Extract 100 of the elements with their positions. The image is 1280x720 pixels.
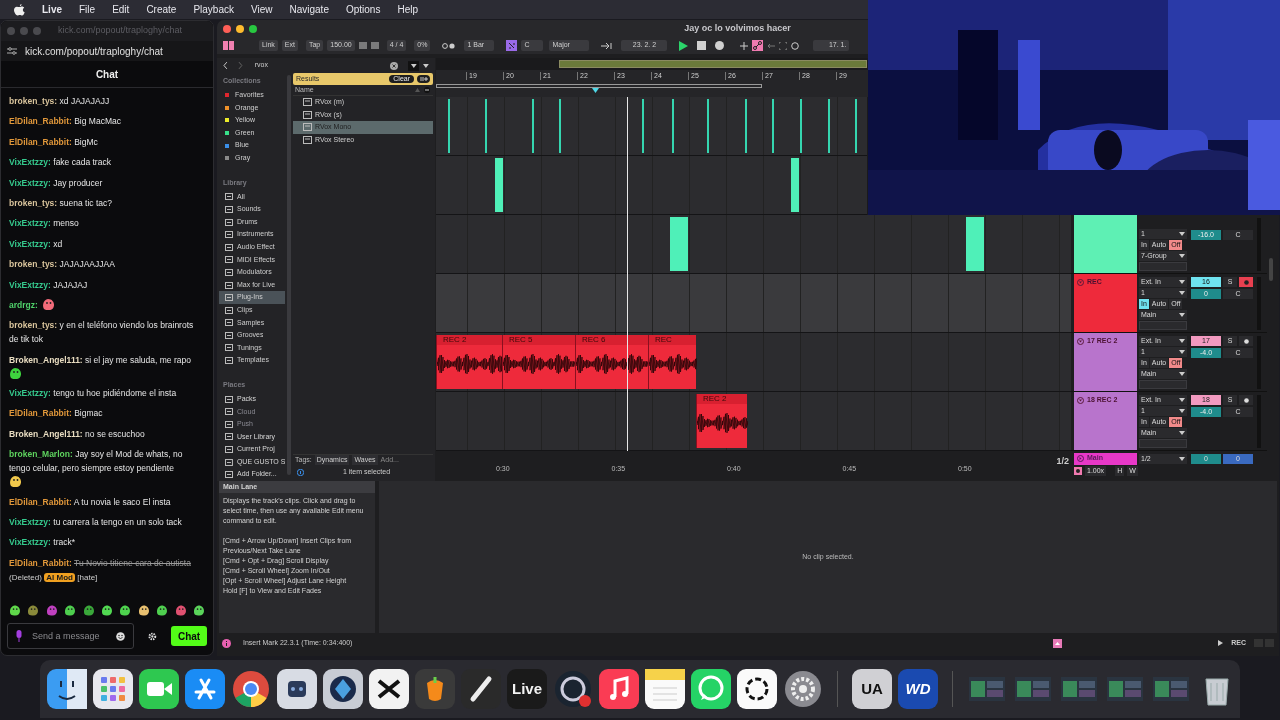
scrollbar[interactable] — [1269, 258, 1273, 281]
folder-icon — [225, 420, 233, 428]
track-lane[interactable] — [436, 215, 1071, 274]
library-item-icon — [225, 294, 233, 302]
menu-item[interactable]: File — [79, 2, 96, 17]
library-item-icon — [225, 205, 233, 213]
back-icon[interactable] — [223, 62, 228, 69]
menu-item[interactable]: View — [250, 2, 273, 17]
play-icon[interactable] — [1218, 640, 1224, 646]
back-arrow-icon[interactable] — [767, 42, 776, 49]
menu-item[interactable]: Playback — [193, 2, 234, 17]
menu-item[interactable]: Live — [42, 2, 62, 17]
loop-brace[interactable] — [436, 84, 762, 88]
settings-icon[interactable] — [148, 631, 158, 641]
emote-icon — [82, 603, 95, 617]
site-settings-icon[interactable] — [7, 47, 17, 55]
fold-icon[interactable] — [1077, 396, 1084, 404]
record-icon[interactable] — [715, 41, 725, 50]
insert-marker-icon[interactable] — [592, 88, 599, 93]
arm-button[interactable] — [1239, 336, 1253, 346]
menu-item[interactable]: Create — [146, 2, 177, 17]
layout-icon[interactable] — [223, 41, 235, 50]
scissors-icon[interactable] — [369, 669, 409, 709]
folder-icon — [225, 395, 233, 403]
library-item-icon — [225, 306, 233, 314]
play-icon[interactable] — [679, 40, 689, 51]
chat-message: VixExtzzy: tu carrera la tengo en un solo tack — [9, 516, 182, 530]
library-item-icon — [225, 231, 233, 239]
sort-icon[interactable] — [415, 87, 431, 93]
robot-icon[interactable] — [277, 669, 317, 709]
caret-icon — [1179, 350, 1185, 354]
menu-item[interactable]: Help — [397, 2, 418, 17]
plugin-icon — [303, 98, 312, 107]
chat-message: ElDilan_Rabbit: Tu Novio titiene cara de autista (Deleted) AI Mod [hate] — [9, 556, 192, 584]
video-camera-icon[interactable] — [139, 669, 179, 709]
plus-icon[interactable] — [740, 41, 749, 50]
info-icon[interactable] — [297, 468, 304, 476]
library-item-icon — [225, 319, 233, 327]
chat-bubble-icon[interactable] — [691, 669, 731, 709]
menu-item[interactable]: Options — [345, 2, 381, 17]
expand-icon[interactable] — [779, 41, 788, 50]
smiley-icon[interactable] — [116, 631, 126, 641]
music-note-icon[interactable] — [599, 669, 639, 709]
arm-button[interactable] — [1239, 395, 1253, 405]
stop-icon[interactable] — [697, 41, 707, 50]
message-field[interactable]: Send a message — [7, 623, 135, 649]
add-icon[interactable] — [417, 75, 430, 83]
caret-icon — [1179, 313, 1185, 317]
emote-icon — [9, 603, 21, 617]
midi-clip[interactable] — [966, 217, 984, 271]
pen-icon[interactable] — [461, 669, 501, 709]
loop-icon[interactable] — [791, 41, 800, 50]
app-icon[interactable]: WD — [898, 669, 938, 709]
mixer-toggle-icon[interactable] — [1074, 467, 1082, 475]
chat-message: ElDilan_Rabbit: A tu novia le saco El insta — [9, 495, 171, 509]
chat-message: ardrgz: — [9, 298, 38, 312]
library-item-icon — [225, 268, 233, 276]
microphone-icon[interactable] — [16, 630, 22, 642]
track-lane[interactable] — [436, 274, 1071, 333]
filter-icon[interactable] — [407, 60, 420, 71]
track-lane[interactable] — [436, 156, 867, 215]
globe-icon[interactable] — [231, 669, 271, 709]
chat-message: VixExtzzy: menso — [9, 217, 79, 231]
info-icon[interactable] — [222, 638, 231, 648]
fold-icon[interactable] — [1077, 337, 1084, 345]
menu-item[interactable]: Navigate — [289, 2, 329, 17]
fruit-icon[interactable] — [415, 669, 455, 709]
chat-button[interactable]: Chat — [171, 626, 207, 646]
track-lane[interactable] — [436, 97, 867, 156]
chat-message: ElDilan_Rabbit: Bigmac — [9, 407, 103, 421]
apple-icon[interactable] — [14, 3, 25, 16]
app-icon[interactable]: Live — [507, 669, 547, 709]
library-item-icon — [225, 331, 233, 339]
caret-icon[interactable] — [423, 63, 429, 68]
grid-icon[interactable] — [93, 669, 133, 709]
track-header[interactable] — [1074, 215, 1137, 273]
clear-search-icon[interactable] — [389, 61, 398, 70]
folder-icon — [225, 433, 233, 441]
app-tile-icon[interactable] — [185, 669, 225, 709]
face-tile-icon[interactable] — [47, 669, 87, 709]
caret-icon — [1179, 456, 1185, 461]
midi-clip[interactable] — [495, 158, 503, 212]
notepad-icon[interactable] — [645, 669, 685, 709]
app-icon[interactable]: UA — [852, 669, 892, 709]
marker-icon[interactable] — [1053, 638, 1063, 648]
library-item-icon — [225, 218, 233, 226]
automation-arm-icon[interactable] — [752, 40, 764, 51]
library-item-icon — [225, 193, 233, 201]
midi-clip[interactable] — [670, 217, 688, 271]
expand-icon[interactable] — [1077, 455, 1084, 462]
emote-icon — [156, 603, 169, 617]
midi-clip[interactable] — [791, 158, 799, 212]
gear-icon[interactable] — [783, 669, 823, 709]
scale-mode-icon[interactable] — [506, 40, 518, 51]
record-mode-icon[interactable] — [442, 42, 457, 49]
menu-item[interactable]: Edit — [112, 2, 130, 17]
caret-icon — [1179, 280, 1185, 284]
follow-icon[interactable] — [601, 42, 614, 49]
library-item-icon — [225, 281, 233, 289]
window-title: Jay oc lo volvimos hacer — [683, 21, 792, 35]
